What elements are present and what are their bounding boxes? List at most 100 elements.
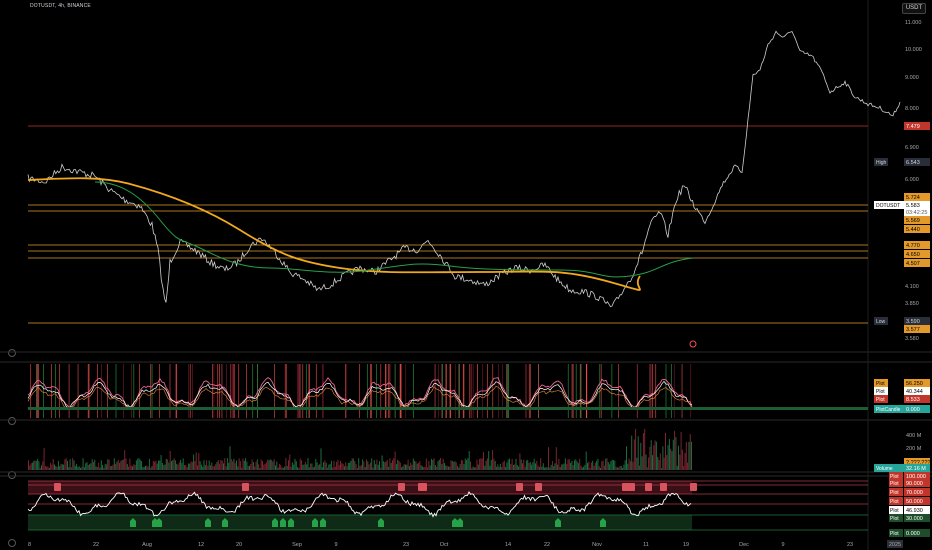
volume-bar: [234, 463, 236, 470]
volume-bar: [83, 467, 85, 470]
volume-bar: [611, 459, 613, 470]
volume-bar: [68, 467, 70, 470]
volume-bar: [648, 457, 650, 470]
volume-bar: [447, 466, 449, 470]
volume-bar: [629, 461, 631, 470]
overbought-marker: [645, 483, 652, 491]
volume-bar: [142, 467, 144, 470]
volume-bar: [181, 462, 183, 470]
volume-bar: [250, 463, 252, 470]
volume-bar: [208, 460, 210, 470]
volume-bar: [394, 451, 396, 470]
volume-bar: [103, 467, 105, 470]
volume-bar: [255, 461, 257, 470]
volume-bar: [178, 462, 180, 470]
volume-bar: [164, 464, 166, 470]
volume-bar: [366, 459, 367, 470]
volume-bar: [307, 458, 309, 470]
volume-bar: [598, 466, 600, 470]
price-tick-label: 8.000: [905, 106, 919, 112]
volume-bar: [645, 454, 647, 470]
volume-bar: [494, 461, 496, 470]
overbought-marker: [54, 483, 61, 491]
overbought-marker: [628, 483, 635, 491]
volume-bar: [389, 458, 391, 470]
volume-bar: [197, 465, 198, 470]
volume-bar: [412, 458, 414, 470]
volume-bar: [308, 467, 310, 470]
indicator-badge-label: PlotCandle: [876, 407, 901, 413]
time-tick-label: 14: [505, 542, 511, 548]
volume-bar: [434, 465, 436, 470]
volume-bar: [28, 460, 29, 470]
volume-bar: [620, 466, 622, 470]
volume-bar: [649, 446, 651, 470]
volume-bar: [52, 459, 54, 470]
volume-bar: [480, 458, 482, 470]
volume-bar: [600, 467, 601, 470]
time-tick-label: Dec: [739, 542, 749, 548]
indicator-badge-label: Plot: [876, 381, 885, 387]
overbought-marker: [516, 483, 523, 491]
volume-bar: [221, 460, 223, 470]
volume-bar: [65, 458, 67, 470]
volume-bar: [470, 461, 471, 470]
volume-bar: [438, 459, 440, 470]
osc-badge-label: Plot: [890, 499, 899, 505]
alert-icon[interactable]: [689, 340, 697, 348]
volume-bar: [291, 462, 293, 470]
volume-bar: [531, 464, 533, 470]
volume-bar: [570, 462, 572, 470]
volume-bar: [95, 466, 97, 470]
volume-bar: [60, 463, 62, 470]
volume-bar: [100, 460, 102, 470]
volume-bar: [496, 466, 497, 470]
volume-bar: [203, 460, 205, 470]
volume-bar: [276, 461, 278, 470]
volume-bar: [275, 465, 276, 470]
price-chart[interactable]: 11.00010.0009.0008.0006.9006.0005.0004.1…: [0, 0, 932, 550]
volume-bar: [689, 434, 691, 470]
volume-bar: [372, 467, 374, 470]
volume-bar: [56, 466, 58, 470]
volume-bar: [195, 452, 197, 470]
volume-bar: [393, 458, 395, 470]
volume-bar: [684, 453, 686, 470]
volume-bar: [321, 467, 323, 470]
volume-bar: [77, 466, 79, 470]
price-badge-value: 4.650: [906, 252, 920, 258]
volume-bar: [557, 464, 559, 470]
volume-bar: [403, 464, 405, 470]
volume-bar: [464, 458, 466, 470]
volume-bar: [503, 460, 505, 470]
volume-bar: [510, 463, 512, 470]
volume-badge-label: Volume: [876, 466, 893, 472]
oscillator-line-white: [27, 380, 693, 409]
volume-bar: [382, 461, 384, 470]
volume-bar: [89, 464, 91, 470]
volume-bar: [665, 432, 666, 470]
volume-bar: [359, 466, 361, 470]
time-tick-label: 8: [28, 542, 31, 548]
volume-bar: [316, 462, 318, 470]
volume-bar: [346, 466, 348, 470]
volume-bar: [165, 458, 167, 470]
volume-bar: [284, 466, 286, 470]
volume-bar: [642, 433, 644, 470]
volume-bar: [437, 461, 439, 470]
volume-bar: [512, 465, 514, 470]
volume-bar: [90, 463, 92, 470]
overbought-marker: [535, 483, 542, 491]
volume-bar: [146, 465, 148, 470]
volume-bar: [285, 458, 287, 470]
osc-badge-label: Plot: [890, 490, 899, 496]
volume-bar: [236, 460, 237, 470]
volume-bar: [421, 466, 423, 470]
volume-bar: [666, 455, 668, 470]
volume-bar: [687, 462, 689, 470]
volume-bar: [301, 460, 302, 470]
volume-bar: [423, 467, 425, 470]
volume-bar: [341, 463, 343, 470]
volume-bar: [207, 465, 209, 470]
volume-bar: [558, 458, 560, 470]
